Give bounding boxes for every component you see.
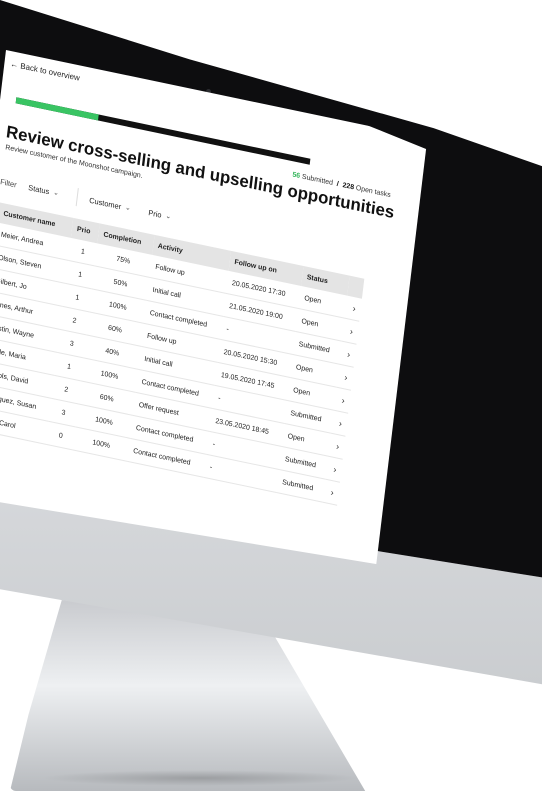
chevron-right-icon[interactable]: › [336, 364, 354, 391]
filter-prio-dropdown[interactable]: Prio ⌄ [148, 208, 172, 222]
open-count: 228 [342, 181, 355, 192]
filter-divider [75, 188, 79, 207]
chevron-down-icon: ⌄ [52, 189, 60, 198]
filter-prio-label: Prio [147, 207, 163, 220]
filter-status-dropdown[interactable]: Status ⌄ [28, 182, 60, 197]
chevron-down-icon: ⌄ [124, 204, 132, 213]
chevron-down-icon: ⌄ [165, 212, 172, 221]
customer-table: Customer name Prio Completion Activity F… [0, 202, 365, 506]
back-to-overview-link[interactable]: ← Back to overview [10, 59, 80, 82]
chevron-right-icon[interactable]: › [333, 387, 351, 414]
filter-customer-label: Customer [88, 195, 122, 211]
submitted-count: 56 [291, 171, 301, 181]
stand-shadow [40, 770, 360, 786]
chevron-right-icon[interactable]: › [344, 295, 362, 322]
chevron-right-icon[interactable]: › [328, 433, 346, 460]
filter-status-label: Status [27, 182, 50, 196]
filter-label: Filter [0, 176, 18, 189]
back-link-label: Back to overview [19, 61, 81, 83]
chevron-right-icon[interactable]: › [330, 410, 349, 437]
counts-separator: / [336, 180, 340, 189]
chevron-right-icon[interactable]: › [322, 479, 340, 506]
cell-prio: 0 [46, 421, 76, 450]
progress-fill [15, 97, 99, 121]
chevron-right-icon[interactable]: › [325, 456, 343, 483]
arrow-left-icon: ← [9, 59, 19, 70]
chevron-right-icon[interactable]: › [341, 318, 360, 345]
chevron-right-icon[interactable]: › [339, 341, 357, 368]
filter-customer-dropdown[interactable]: Customer ⌄ [89, 195, 132, 213]
